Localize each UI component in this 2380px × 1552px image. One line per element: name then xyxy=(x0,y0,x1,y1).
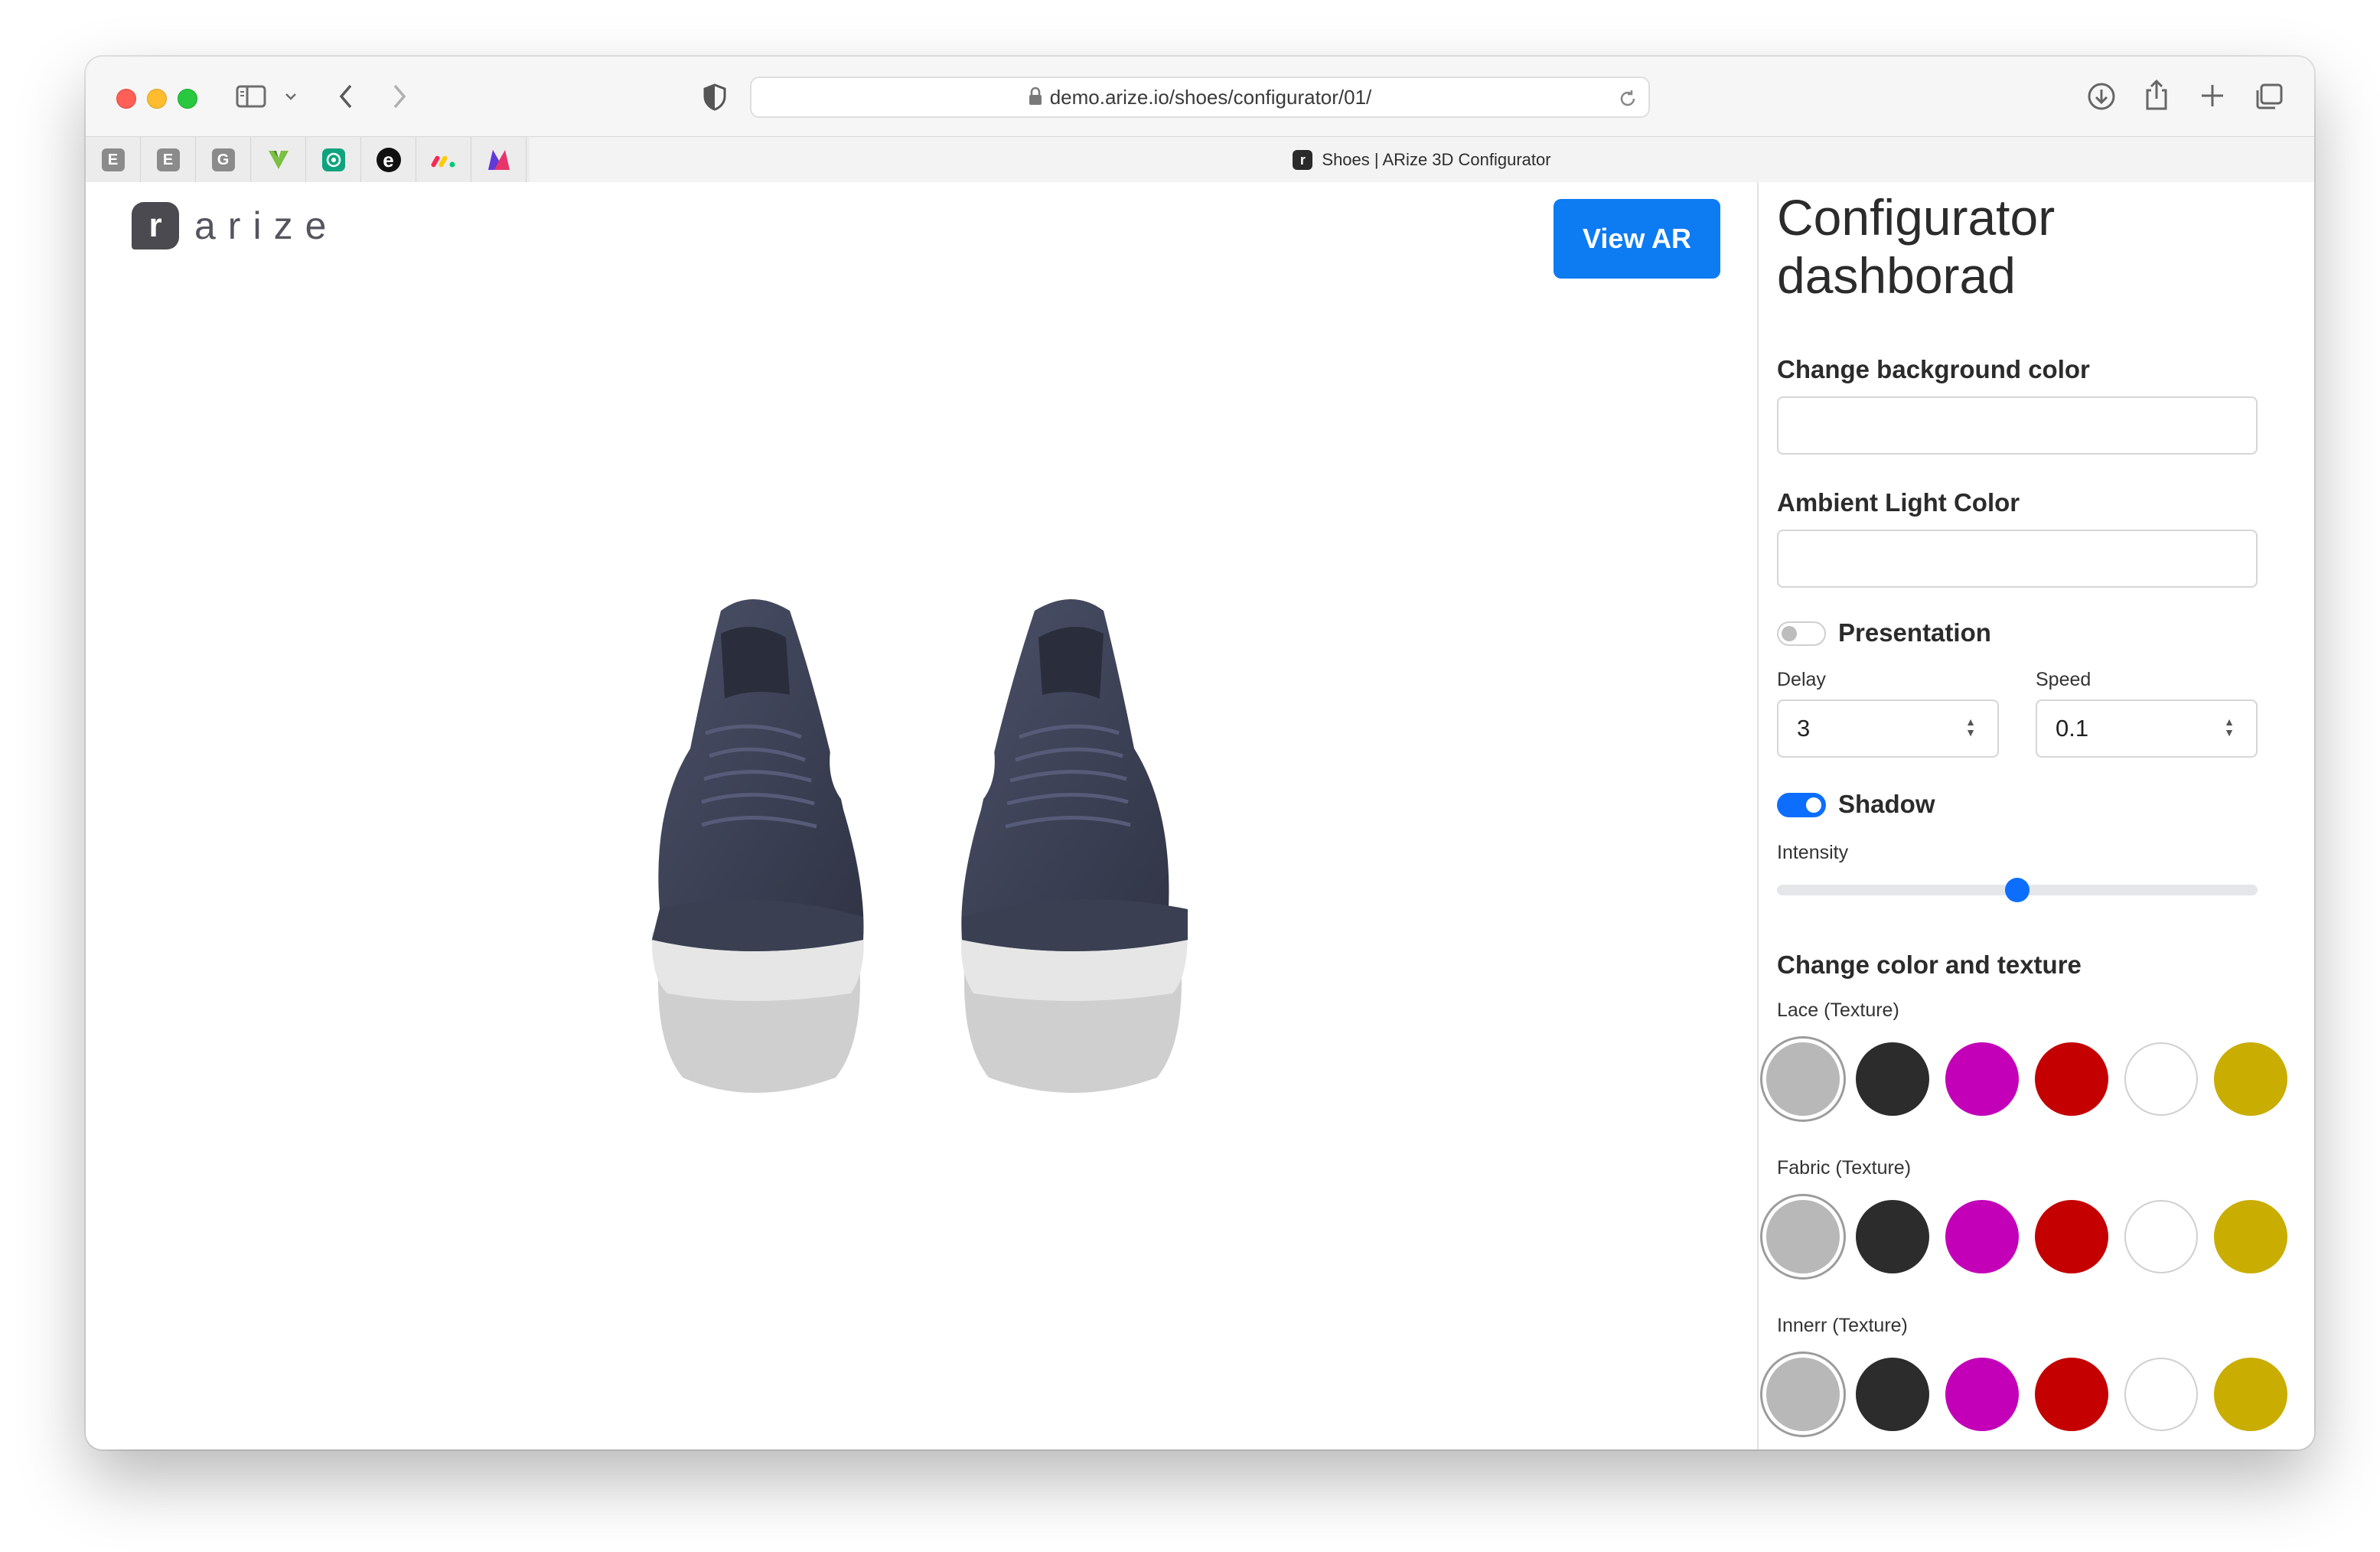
lace-swatch-4[interactable] xyxy=(2124,1042,2198,1116)
inner-swatch-3[interactable] xyxy=(2035,1358,2108,1431)
left-shoe xyxy=(651,599,864,1093)
tab-bar: E E G e r Shoes | ARize 3D Configurator xyxy=(86,136,2314,184)
inner-swatch-2[interactable] xyxy=(1945,1358,2019,1431)
minimize-window-button[interactable] xyxy=(147,89,167,109)
address-bar[interactable]: demo.arize.io/shoes/configurator/01/ xyxy=(750,77,1650,118)
favicon-openai-icon xyxy=(321,148,345,171)
stepper-icon[interactable]: ▲ ▼ xyxy=(2222,716,2236,741)
inner-texture-label: Innerr (Texture) xyxy=(1777,1315,1908,1336)
speed-value: 0.1 xyxy=(2056,715,2089,742)
favicon-e-icon: E xyxy=(101,148,125,171)
pinned-tab-g[interactable]: G xyxy=(196,137,251,183)
favicon-e-black-icon: e xyxy=(376,148,401,172)
inner-swatch-1[interactable] xyxy=(1856,1358,1929,1431)
fabric-swatch-1[interactable] xyxy=(1856,1200,1929,1273)
pinned-tab-openai[interactable] xyxy=(306,137,361,183)
delay-label: Delay xyxy=(1777,669,1826,690)
favicon-g-icon: G xyxy=(211,148,235,171)
close-window-button[interactable] xyxy=(116,89,136,109)
lace-swatch-0[interactable] xyxy=(1766,1042,1840,1116)
3d-viewer[interactable]: r arize View AR xyxy=(86,182,1757,1449)
inner-swatch-4[interactable] xyxy=(2124,1358,2198,1431)
pinned-tab-e2[interactable]: E xyxy=(141,137,196,183)
tab-title: Shoes | ARize 3D Configurator xyxy=(1322,150,1551,169)
privacy-shield-icon[interactable] xyxy=(703,83,727,116)
lace-swatch-3[interactable] xyxy=(2035,1042,2108,1116)
zoom-window-button[interactable] xyxy=(178,89,197,109)
fabric-swatch-0[interactable] xyxy=(1766,1200,1840,1273)
chevron-down-icon[interactable] xyxy=(283,89,298,108)
lace-swatch-2[interactable] xyxy=(1945,1042,2019,1116)
favicon-m-icon xyxy=(487,150,510,170)
arize-logo-text: arize xyxy=(194,204,339,247)
pinned-tab-v[interactable] xyxy=(251,137,306,183)
favicon-v-icon xyxy=(268,151,289,169)
pinned-tab-e1[interactable]: E xyxy=(86,137,141,183)
toggle-knob xyxy=(1806,797,1821,813)
sidebar-icon[interactable] xyxy=(236,84,266,112)
favicon-monday-icon xyxy=(431,155,455,168)
shadow-label: Shadow xyxy=(1838,790,1935,818)
new-tab-icon[interactable] xyxy=(2199,83,2225,112)
stepper-icon[interactable]: ▲ ▼ xyxy=(1964,716,1977,741)
lock-icon xyxy=(1029,80,1042,118)
speed-label: Speed xyxy=(2036,669,2091,690)
shadow-toggle[interactable] xyxy=(1777,793,1826,817)
lace-swatch-row xyxy=(1759,1042,2314,1134)
active-tab[interactable]: r Shoes | ARize 3D Configurator xyxy=(530,137,2314,183)
texture-heading: Change color and texture xyxy=(1777,950,2082,979)
delay-value: 3 xyxy=(1797,715,1811,742)
browser-window: demo.arize.io/shoes/configurator/01/ E E… xyxy=(86,57,2314,1449)
intensity-slider-thumb[interactable] xyxy=(2005,878,2030,902)
pinned-tab-e3[interactable]: e xyxy=(361,137,416,183)
intensity-slider[interactable] xyxy=(1777,878,2258,902)
bg-color-heading: Change background color xyxy=(1777,355,2090,383)
speed-input[interactable]: 0.1 ▲ ▼ xyxy=(2036,699,2258,758)
page-content: r arize View AR Configurator dashborad C… xyxy=(86,182,2314,1449)
lace-texture-label: Lace (Texture) xyxy=(1777,999,1899,1021)
right-shoe xyxy=(961,599,1188,1093)
downloads-icon[interactable] xyxy=(2086,81,2117,116)
reload-icon[interactable] xyxy=(1618,78,1638,116)
pinned-tab-m[interactable] xyxy=(471,137,527,183)
presentation-toggle[interactable] xyxy=(1777,621,1826,646)
intensity-label: Intensity xyxy=(1777,842,1849,863)
lace-swatch-1[interactable] xyxy=(1856,1042,1929,1116)
forward-icon[interactable] xyxy=(389,83,410,114)
shoe-model[interactable] xyxy=(637,580,1188,1131)
fabric-swatch-row xyxy=(1759,1200,2314,1292)
panel-title: Configurator dashborad xyxy=(1777,189,2056,304)
toggle-knob xyxy=(1782,626,1797,641)
favicon-e-icon: E xyxy=(156,148,180,171)
fabric-texture-label: Fabric (Texture) xyxy=(1777,1157,1912,1179)
pinned-tab-monday[interactable] xyxy=(416,137,471,183)
back-icon[interactable] xyxy=(335,83,357,114)
arize-favicon-icon: r xyxy=(1293,150,1313,170)
presentation-label: Presentation xyxy=(1838,618,1991,647)
fabric-swatch-2[interactable] xyxy=(1945,1200,2019,1273)
delay-input[interactable]: 3 ▲ ▼ xyxy=(1777,699,1999,758)
configurator-panel: Configurator dashborad Change background… xyxy=(1757,182,2314,1449)
arize-logo[interactable]: r arize xyxy=(132,202,338,249)
share-icon[interactable] xyxy=(2143,78,2170,116)
inner-swatch-row xyxy=(1759,1358,2314,1449)
ambient-light-heading: Ambient Light Color xyxy=(1777,488,2020,517)
fabric-swatch-4[interactable] xyxy=(2124,1200,2198,1273)
url-text: demo.arize.io/shoes/configurator/01/ xyxy=(1049,86,1372,109)
lace-swatch-5[interactable] xyxy=(2214,1042,2287,1116)
browser-toolbar: demo.arize.io/shoes/configurator/01/ xyxy=(86,57,2314,136)
fabric-swatch-5[interactable] xyxy=(2214,1200,2287,1273)
fabric-swatch-3[interactable] xyxy=(2035,1200,2108,1273)
tab-overview-icon[interactable] xyxy=(2254,83,2284,114)
inner-swatch-5[interactable] xyxy=(2214,1358,2287,1431)
arize-logo-mark: r xyxy=(132,202,179,249)
ambient-light-input[interactable] xyxy=(1777,530,2258,588)
bg-color-input[interactable] xyxy=(1777,396,2258,455)
view-ar-button[interactable]: View AR xyxy=(1554,199,1720,279)
inner-swatch-0[interactable] xyxy=(1766,1358,1840,1431)
